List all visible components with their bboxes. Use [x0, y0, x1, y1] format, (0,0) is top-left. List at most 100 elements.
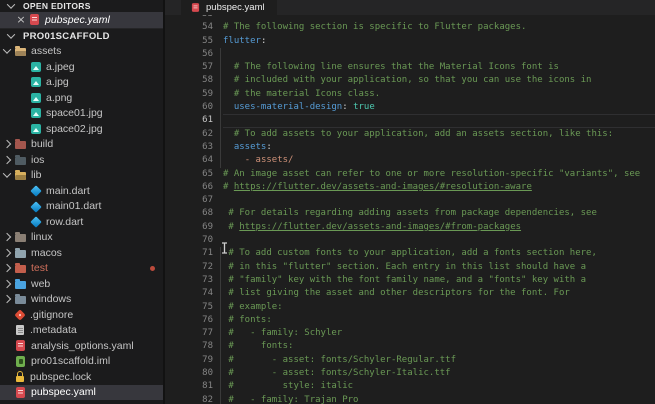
tree-item-label: pubspec.lock — [30, 370, 92, 383]
folder-icon — [15, 232, 26, 243]
project-header[interactable]: PRO01SCAFFOLD — [0, 27, 163, 44]
code-line-64[interactable]: 64 - assets/ — [165, 154, 655, 168]
line-number: 76 — [202, 314, 213, 325]
tree-item-space01-jpg[interactable]: space01.jpg — [0, 106, 163, 122]
tree-item-assets[interactable]: assets — [0, 44, 163, 60]
code-token-comment: # list giving the asset and other descri… — [223, 288, 570, 299]
line-content — [223, 234, 655, 247]
code-line-60[interactable]: 60 uses-material-design: true — [165, 101, 655, 115]
code-line-58[interactable]: 58 # included with your application, so … — [165, 74, 655, 89]
code-line-54[interactable]: 54 # The following section is specific to… — [165, 21, 655, 34]
code-line-69[interactable]: 69 # https://flutter.dev/assets-and-imag… — [165, 221, 655, 234]
line-content: # - family: Schyler — [220, 327, 655, 341]
line-content: # - family: Trajan Pro — [220, 393, 655, 404]
tree-item-label: .metadata — [30, 324, 77, 337]
tree-item-build[interactable]: build — [0, 137, 163, 153]
line-content: # The following section is specific to F… — [223, 21, 655, 34]
tree-item-pubspec-lock[interactable]: pubspec.lock — [0, 369, 163, 385]
code-token-comment: # For details regarding adding assets fr… — [223, 208, 597, 219]
tree-item-macos[interactable]: macos — [0, 245, 163, 261]
code-line-78[interactable]: 78 # fonts: — [165, 340, 655, 355]
code-line-66[interactable]: 66 # https://flutter.dev/assets-and-image… — [165, 181, 655, 194]
code-line-67[interactable]: 67 — [165, 194, 655, 207]
tree-item-windows[interactable]: windows — [0, 292, 163, 308]
tree-item-label: pubspec.yaml — [31, 386, 96, 399]
code-line-71[interactable]: 71 # To add custom fonts to your applica… — [165, 247, 655, 261]
tree-item-ios[interactable]: ios — [0, 152, 163, 168]
open-editors-list: × pubspec.yaml — [0, 12, 163, 28]
code-line-79[interactable]: 79 # - asset: fonts/Schyler-Regular.ttf — [165, 353, 655, 368]
tree-item-pubspec-yaml[interactable]: pubspec.yaml — [0, 384, 163, 400]
line-content — [220, 114, 655, 128]
code-line-82[interactable]: 82 # - family: Trajan Pro — [165, 393, 655, 404]
open-editor-item-pubspec-yaml[interactable]: × pubspec.yaml — [0, 12, 163, 28]
tree-item-a-jpg[interactable]: a.jpg — [0, 75, 163, 91]
code-token-punct: : — [266, 141, 272, 152]
tree-item-row-dart[interactable]: row.dart — [0, 214, 163, 230]
open-editors-title: OPEN EDITORS — [23, 1, 91, 11]
line-content: # fonts: — [220, 313, 655, 328]
code-token-punct — [223, 155, 245, 165]
image-icon — [31, 92, 41, 103]
yaml-icon — [16, 386, 25, 398]
tree-item-lib[interactable]: lib — [0, 168, 163, 184]
line-content: # "family" key with the font family name… — [220, 273, 655, 288]
open-editors-header[interactable]: OPEN EDITORS — [0, 0, 163, 12]
tree-item-a-png[interactable]: a.png — [0, 90, 163, 106]
line-number: 61 — [202, 115, 213, 126]
code-line-68[interactable]: 68 # For details regarding adding assets… — [165, 207, 655, 220]
code-line-81[interactable]: 81 # style: italic — [165, 380, 655, 394]
line-number: 75 — [202, 301, 213, 312]
code-line-61[interactable]: 61 — [165, 114, 655, 128]
tree-item-main-dart[interactable]: main.dart — [0, 183, 163, 199]
tree-item-a-jpeg[interactable]: a.jpeg — [0, 59, 163, 75]
line-number: 73 — [202, 274, 213, 285]
yaml-file-icon — [191, 3, 200, 12]
tree-item-metadata[interactable]: .metadata — [0, 323, 163, 339]
tree-item-web[interactable]: web — [0, 276, 163, 292]
line-content: # included with your application, so tha… — [220, 74, 655, 89]
code-token-comment: # The following section is specific to F… — [223, 22, 527, 33]
close-icon[interactable]: × — [16, 14, 26, 25]
folder-icon — [15, 247, 26, 258]
tree-item-label: main.dart — [46, 184, 90, 197]
code-line-76[interactable]: 76 # fonts: — [165, 313, 655, 328]
tree-item-label: ios — [31, 153, 45, 166]
line-content: # To add custom fonts to your applicatio… — [220, 247, 655, 261]
code-line-74[interactable]: 74 # list giving the asset and other des… — [165, 287, 655, 301]
code-line-77[interactable]: 77 # - family: Schyler — [165, 327, 655, 341]
tree-item-pro01scaffold-iml[interactable]: pro01scaffold.iml — [0, 354, 163, 370]
line-content: uses-material-design: true — [220, 101, 655, 115]
code-token-comment: # in this "flutter" section. Each entry … — [223, 261, 587, 272]
line-number: 79 — [202, 354, 213, 365]
tree-item-linux[interactable]: linux — [0, 230, 163, 246]
code-line-72[interactable]: 72 # in this "flutter" section. Each ent… — [165, 260, 655, 275]
image-icon — [31, 108, 41, 119]
code-line-59[interactable]: 59 # the material Icons class. — [165, 87, 655, 102]
tab-pubspec-yaml[interactable]: pubspec.yaml — [181, 0, 277, 15]
folder-icon — [15, 294, 26, 305]
code-line-70[interactable]: 70 — [165, 234, 655, 247]
tree-item-analysis-options-yaml[interactable]: analysis_options.yaml — [0, 338, 163, 354]
code-token-str: - assets/ — [244, 155, 294, 166]
code-line-73[interactable]: 73 # "family" key with the font family n… — [165, 273, 655, 288]
tree-item-gitignore[interactable]: .gitignore — [0, 307, 163, 323]
code-line-57[interactable]: 57 # The following line ensures that the… — [165, 61, 655, 75]
code-line-75[interactable]: 75 # example: — [165, 300, 655, 315]
code-line-80[interactable]: 80 # - asset: fonts/Schyler-Italic.ttf — [165, 367, 655, 381]
tree-item-test[interactable]: test — [0, 261, 163, 277]
line-number: 65 — [202, 168, 213, 179]
code-editor[interactable]: 5354# The following section is specific … — [165, 15, 655, 404]
code-line-65[interactable]: 65 # An image asset can refer to one or m… — [165, 168, 655, 181]
line-content: assets: — [220, 140, 655, 155]
yaml-icon — [16, 340, 25, 352]
code-line-63[interactable]: 63 assets: — [165, 140, 655, 155]
folder-icon — [15, 263, 26, 274]
code-line-56[interactable]: 56 — [165, 47, 655, 62]
tree-item-space02-jpg[interactable]: space02.jpg — [0, 121, 163, 137]
tree-item-main01-dart[interactable]: main01.dart — [0, 199, 163, 215]
tree-item-label: analysis_options.yaml — [31, 339, 134, 352]
code-line-55[interactable]: 55 flutter: — [165, 35, 655, 48]
code-token-comment: # fonts: — [223, 314, 272, 325]
code-line-62[interactable]: 62 # To add assets to your application, … — [165, 127, 655, 142]
